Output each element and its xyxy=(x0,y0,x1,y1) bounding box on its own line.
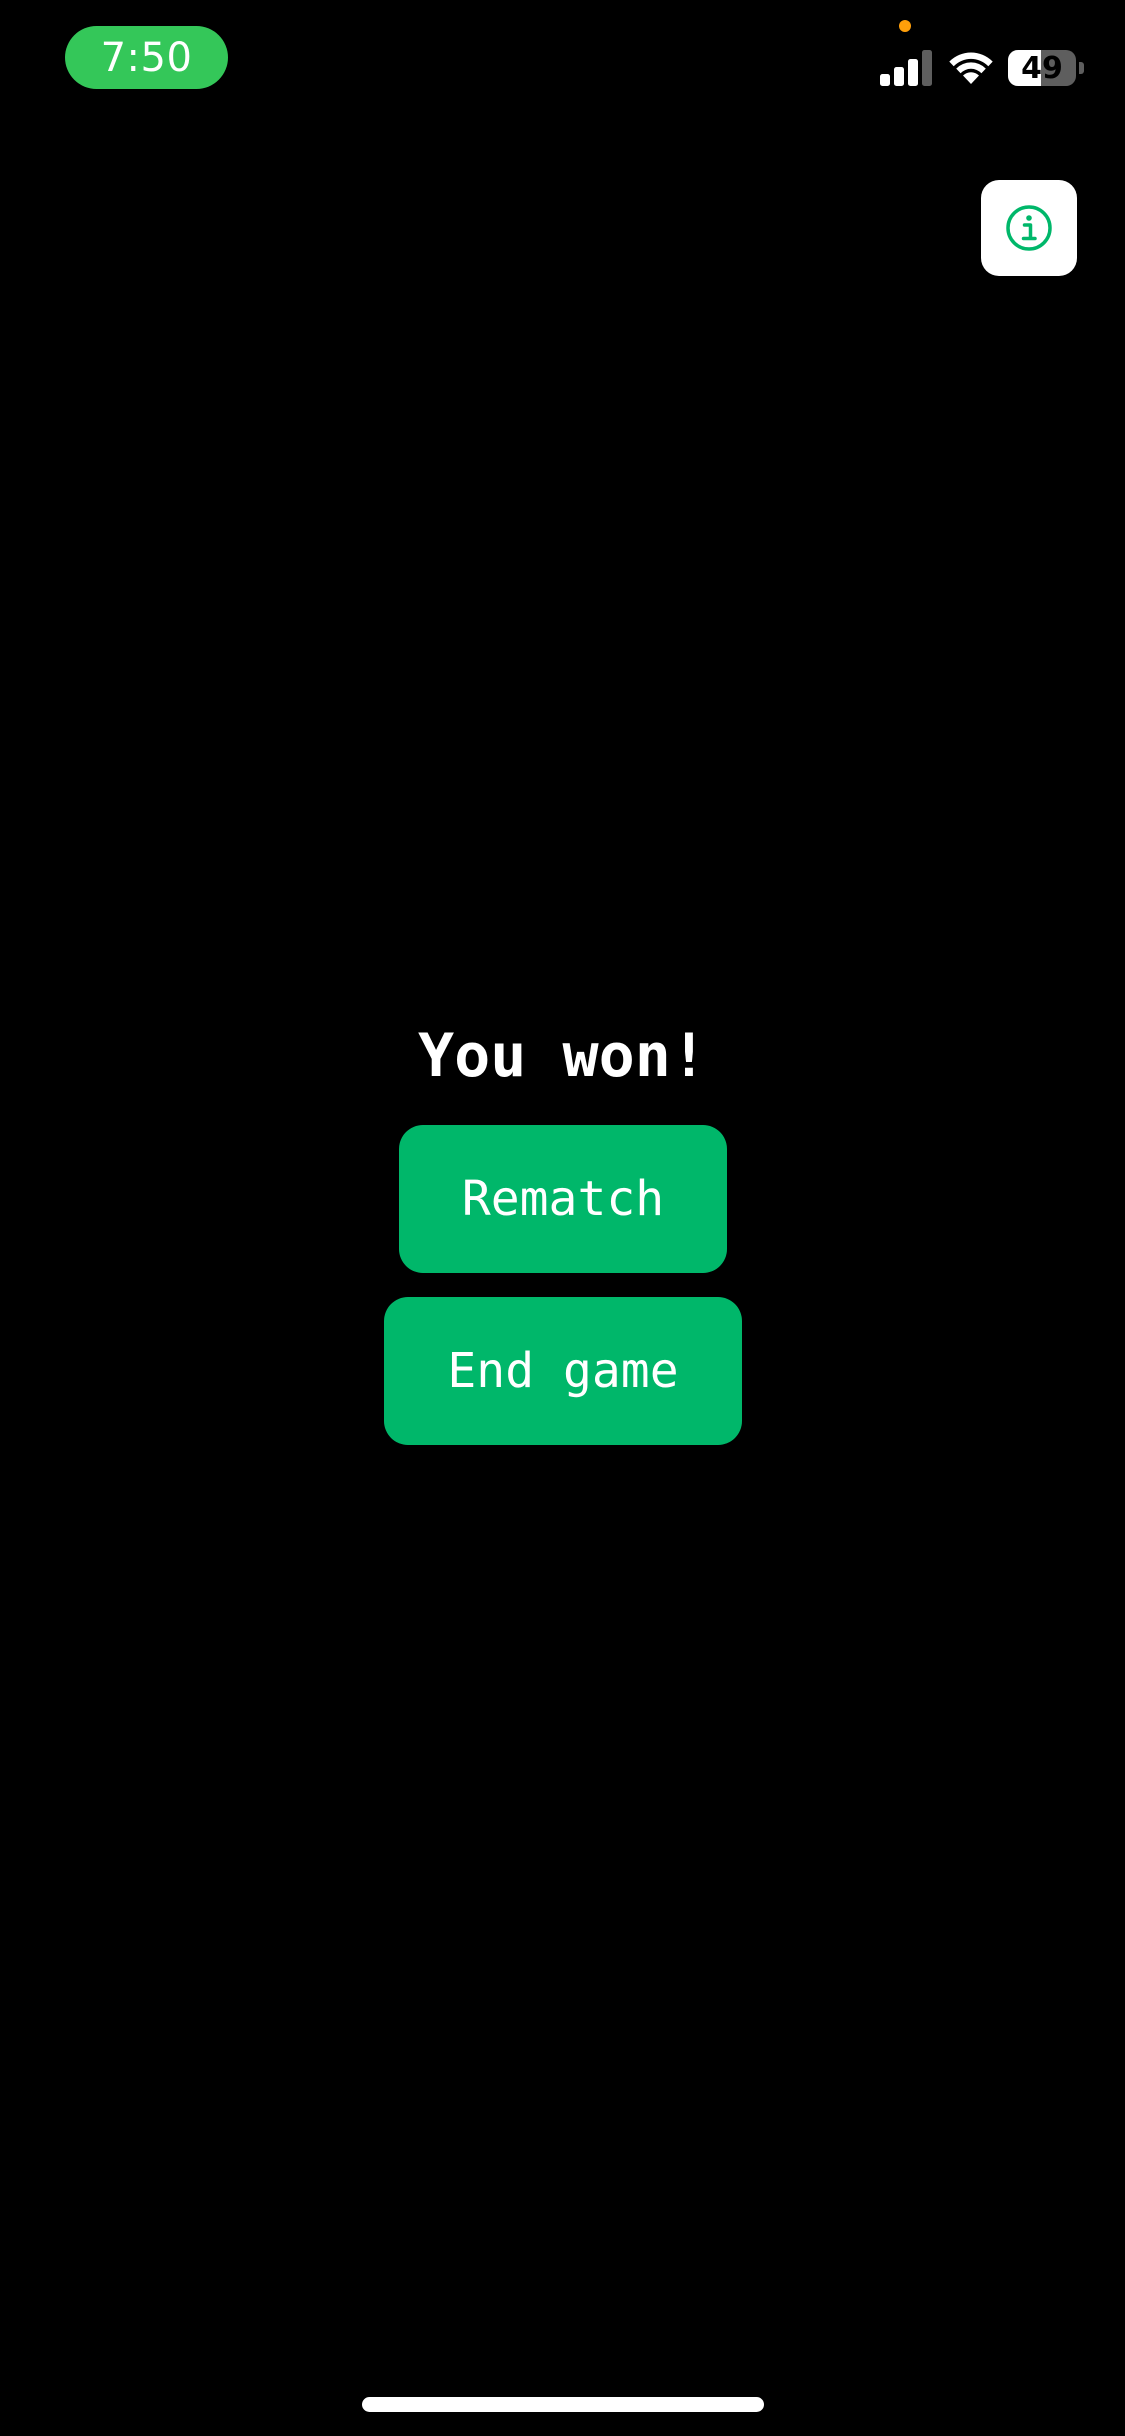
wifi-icon xyxy=(949,52,993,84)
rematch-button[interactable]: Rematch xyxy=(399,1125,727,1273)
battery-nub xyxy=(1079,62,1084,74)
status-time: 7:50 xyxy=(65,26,228,89)
home-indicator[interactable] xyxy=(362,2397,764,2412)
end-game-button[interactable]: End game xyxy=(384,1297,742,1445)
cellular-signal-icon xyxy=(880,50,932,86)
mic-indicator-dot xyxy=(899,20,911,32)
info-button[interactable] xyxy=(981,180,1077,276)
info-circle-icon xyxy=(1006,205,1052,251)
battery-icon: 49 xyxy=(1008,50,1076,86)
battery-percent: 49 xyxy=(1021,50,1063,86)
result-title: You won! xyxy=(418,1021,707,1091)
battery-indicator: 49 xyxy=(1008,50,1084,86)
